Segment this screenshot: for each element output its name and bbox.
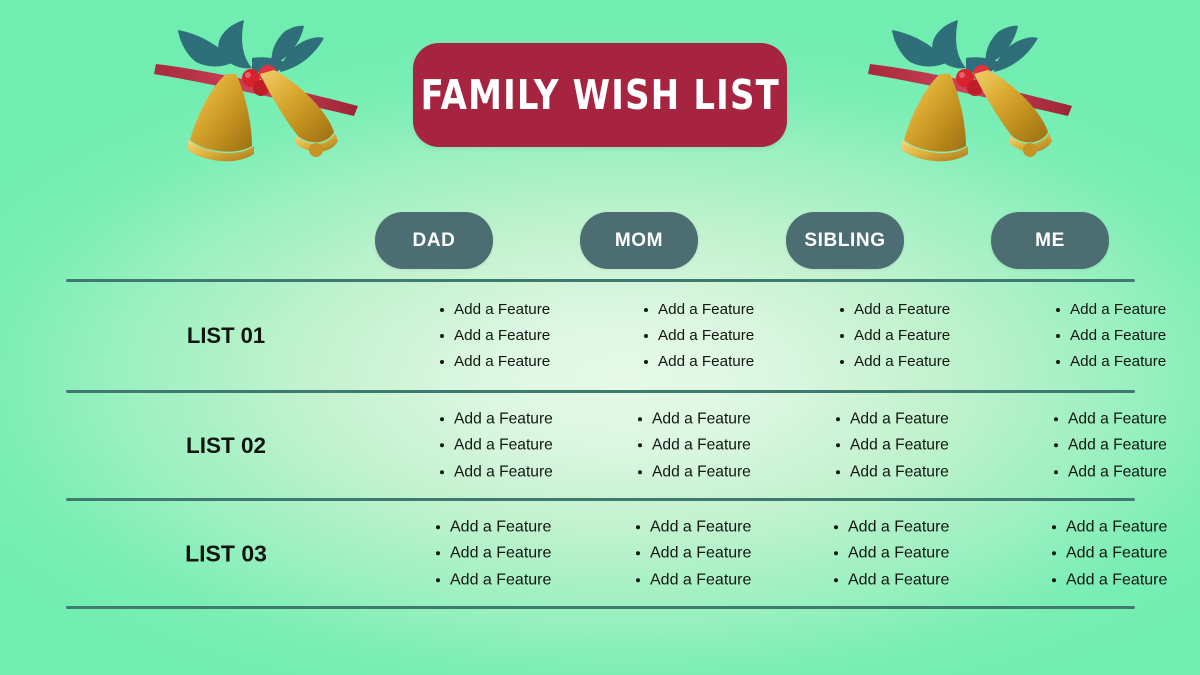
row-cells: Add a Feature Add a Feature Add a Featur… bbox=[362, 393, 1167, 498]
bell-right-shape bbox=[260, 70, 338, 157]
table-cell[interactable]: Add a Feature Add a Feature Add a Featur… bbox=[834, 406, 949, 486]
list-item[interactable]: Add a Feature bbox=[839, 349, 950, 375]
list-item[interactable]: Add a Feature bbox=[439, 323, 550, 349]
list-item[interactable]: Add a Feature bbox=[643, 323, 754, 349]
table-divider-bottom bbox=[66, 606, 1135, 609]
list-item[interactable]: Add a Feature bbox=[833, 514, 949, 541]
row-cells: Add a Feature Add a Feature Add a Featur… bbox=[362, 282, 1166, 390]
list-item[interactable]: Add a Feature bbox=[440, 459, 553, 486]
list-item[interactable]: Add a Feature bbox=[839, 297, 950, 323]
list-item[interactable]: Add a Feature bbox=[635, 540, 751, 567]
list-item[interactable]: Add a Feature bbox=[839, 323, 950, 349]
list-item[interactable]: Add a Feature bbox=[833, 567, 949, 594]
column-header-sibling[interactable]: SIBLING bbox=[786, 212, 904, 269]
table-cell[interactable]: Add a Feature Add a Feature Add a Featur… bbox=[1050, 514, 1167, 594]
row-label: LIST 02 bbox=[185, 432, 267, 458]
table-row: LIST 02 Add a Feature Add a Feature Add … bbox=[66, 393, 1167, 498]
feature-list: Add a Feature Add a Feature Add a Featur… bbox=[636, 406, 751, 486]
column-header-label: MOM bbox=[614, 229, 664, 251]
slide-title-pill: Family Wish List bbox=[413, 43, 787, 147]
christmas-bells-right-decoration bbox=[862, 12, 1092, 182]
table-row: LIST 01 Add a Feature Add a Feature Add … bbox=[66, 282, 1166, 390]
row-label: LIST 03 bbox=[185, 540, 267, 566]
slide-canvas: Family Wish List DAD MOM SIBLING ME LIST… bbox=[0, 0, 1200, 675]
list-item[interactable]: Add a Feature bbox=[1054, 459, 1167, 486]
column-header-label: ME bbox=[1035, 229, 1065, 251]
list-item[interactable]: Add a Feature bbox=[435, 567, 551, 594]
list-item[interactable]: Add a Feature bbox=[638, 459, 751, 486]
feature-list: Add a Feature Add a Feature Add a Featur… bbox=[1052, 406, 1167, 486]
list-item[interactable]: Add a Feature bbox=[1054, 406, 1167, 433]
list-item[interactable]: Add a Feature bbox=[440, 406, 553, 433]
page-title: Family Wish List bbox=[420, 71, 780, 119]
feature-list: Add a Feature Add a Feature Add a Featur… bbox=[1050, 514, 1167, 594]
table-cell[interactable]: Add a Feature Add a Feature Add a Featur… bbox=[434, 514, 551, 594]
list-item[interactable]: Add a Feature bbox=[836, 459, 949, 486]
holly-leaves-shape bbox=[178, 20, 324, 74]
list-item[interactable]: Add a Feature bbox=[435, 540, 551, 567]
list-item[interactable]: Add a Feature bbox=[643, 297, 754, 323]
list-item[interactable]: Add a Feature bbox=[439, 349, 550, 375]
list-item[interactable]: Add a Feature bbox=[635, 514, 751, 541]
feature-list: Add a Feature Add a Feature Add a Featur… bbox=[438, 406, 553, 486]
list-item[interactable]: Add a Feature bbox=[643, 349, 754, 375]
column-header-label: SIBLING bbox=[804, 229, 886, 251]
list-item[interactable]: Add a Feature bbox=[836, 432, 949, 459]
feature-list: Add a Feature Add a Feature Add a Featur… bbox=[1054, 297, 1166, 375]
feature-list: Add a Feature Add a Feature Add a Featur… bbox=[832, 514, 949, 594]
list-item[interactable]: Add a Feature bbox=[439, 297, 550, 323]
row-label: LIST 01 bbox=[186, 323, 266, 348]
list-item[interactable]: Add a Feature bbox=[1055, 323, 1166, 349]
column-header-me[interactable]: ME bbox=[991, 212, 1109, 269]
list-item[interactable]: Add a Feature bbox=[836, 406, 949, 433]
bell-right-shape bbox=[974, 70, 1052, 157]
column-header-mom[interactable]: MOM bbox=[580, 212, 698, 269]
feature-list: Add a Feature Add a Feature Add a Featur… bbox=[634, 514, 751, 594]
list-item[interactable]: Add a Feature bbox=[1054, 432, 1167, 459]
list-item[interactable]: Add a Feature bbox=[638, 432, 751, 459]
feature-list: Add a Feature Add a Feature Add a Featur… bbox=[642, 297, 754, 375]
feature-list: Add a Feature Add a Feature Add a Featur… bbox=[838, 297, 950, 375]
table-cell[interactable]: Add a Feature Add a Feature Add a Featur… bbox=[438, 406, 553, 486]
list-item[interactable]: Add a Feature bbox=[435, 514, 551, 541]
christmas-bells-left-decoration bbox=[148, 12, 378, 182]
list-item[interactable]: Add a Feature bbox=[833, 540, 949, 567]
table-cell[interactable]: Add a Feature Add a Feature Add a Featur… bbox=[1054, 297, 1166, 375]
table-row: LIST 03 Add a Feature Add a Feature Add … bbox=[66, 501, 1167, 606]
table-cell[interactable]: Add a Feature Add a Feature Add a Featur… bbox=[1052, 406, 1167, 486]
list-item[interactable]: Add a Feature bbox=[635, 567, 751, 594]
list-item[interactable]: Add a Feature bbox=[1051, 567, 1167, 594]
list-item[interactable]: Add a Feature bbox=[1051, 514, 1167, 541]
feature-list: Add a Feature Add a Feature Add a Featur… bbox=[834, 406, 949, 486]
list-item[interactable]: Add a Feature bbox=[1051, 540, 1167, 567]
table-cell[interactable]: Add a Feature Add a Feature Add a Featur… bbox=[636, 406, 751, 486]
holly-leaves-shape bbox=[892, 20, 1038, 74]
column-header-dad[interactable]: DAD bbox=[375, 212, 493, 269]
row-cells: Add a Feature Add a Feature Add a Featur… bbox=[362, 501, 1167, 606]
feature-list: Add a Feature Add a Feature Add a Featur… bbox=[434, 514, 551, 594]
table-cell[interactable]: Add a Feature Add a Feature Add a Featur… bbox=[832, 514, 949, 594]
list-item[interactable]: Add a Feature bbox=[638, 406, 751, 433]
list-item[interactable]: Add a Feature bbox=[1055, 349, 1166, 375]
table-cell[interactable]: Add a Feature Add a Feature Add a Featur… bbox=[642, 297, 754, 375]
column-header-label: DAD bbox=[412, 229, 456, 251]
table-cell[interactable]: Add a Feature Add a Feature Add a Featur… bbox=[438, 297, 550, 375]
list-item[interactable]: Add a Feature bbox=[440, 432, 553, 459]
list-item[interactable]: Add a Feature bbox=[1055, 297, 1166, 323]
table-cell[interactable]: Add a Feature Add a Feature Add a Featur… bbox=[634, 514, 751, 594]
feature-list: Add a Feature Add a Feature Add a Featur… bbox=[438, 297, 550, 375]
table-cell[interactable]: Add a Feature Add a Feature Add a Featur… bbox=[838, 297, 950, 375]
